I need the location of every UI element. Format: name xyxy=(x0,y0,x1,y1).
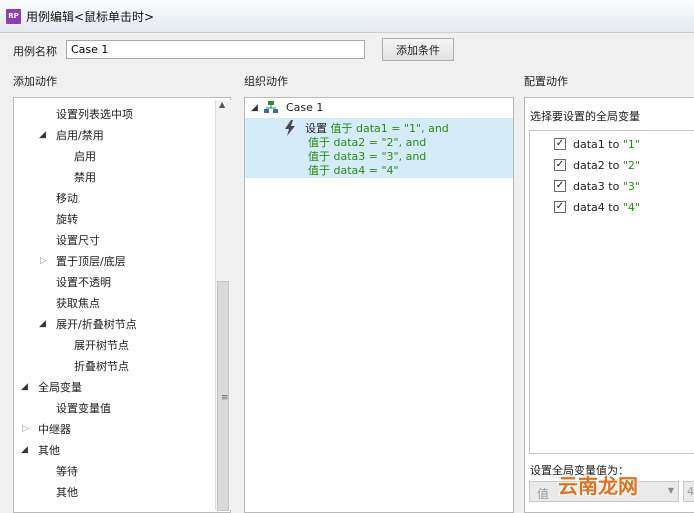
value-input[interactable]: 4 xyxy=(683,481,694,502)
tree-item-focus[interactable]: 获取焦点 xyxy=(56,293,100,314)
scrollbar-thumb[interactable]: ≡ xyxy=(217,281,229,511)
collapsed-arrow-icon[interactable]: ▷ xyxy=(22,419,29,440)
tree-item-label: 禁用 xyxy=(74,171,96,184)
tree-item-enable-disable[interactable]: 启用/禁用 xyxy=(56,125,104,146)
tree-item-label: 获取焦点 xyxy=(56,297,100,310)
variable-text: data4 to "4" xyxy=(573,201,640,214)
tree-item-other-group[interactable]: 其他 xyxy=(38,440,60,461)
tree-item-label: 等待 xyxy=(56,465,78,478)
configure-actions-heading: 配置动作 xyxy=(524,75,568,88)
variable-text: data1 to "1" xyxy=(573,138,640,151)
tree-item-rotate[interactable]: 旋转 xyxy=(56,209,78,230)
window-title: 用例编辑<鼠标单击时> xyxy=(26,10,155,24)
organize-actions-panel: ◢ Case 1 设置 值于 data1 = "1", and 值于 data2… xyxy=(244,97,514,513)
title-bar: RP 用例编辑<鼠标单击时> xyxy=(0,0,694,33)
tree-item-wait[interactable]: 等待 xyxy=(56,461,78,482)
tree-item-set-size[interactable]: 设置尺寸 xyxy=(56,230,100,251)
action-text: 设置 值于 data1 = "1", and 值于 data2 = "2", a… xyxy=(305,122,449,178)
tree-item-repeater[interactable]: 中继器 xyxy=(38,419,71,440)
case-tree-icon xyxy=(264,101,278,113)
tree-item-label: 中继器 xyxy=(38,423,71,436)
add-condition-button[interactable]: 添加条件 xyxy=(382,38,454,61)
add-actions-heading: 添加动作 xyxy=(13,75,57,88)
tree-item-label: 旋转 xyxy=(56,213,78,226)
configure-actions-panel: 选择要设置的全局变量 ✓ data1 to "1" ✓ data2 to "2"… xyxy=(524,97,694,513)
app-logo-icon: RP xyxy=(6,9,21,24)
variable-text: data2 to "2" xyxy=(573,159,640,172)
add-actions-scrollbar[interactable]: ▲ ≡ xyxy=(215,100,231,511)
checkbox-checked[interactable]: ✓ xyxy=(554,138,566,150)
action-keyword: 设置 xyxy=(305,122,327,135)
tree-item-label: 其他 xyxy=(38,444,60,457)
tree-item-disable[interactable]: 禁用 xyxy=(74,167,96,188)
grip-icon: ≡ xyxy=(221,393,229,403)
tree-item-label: 设置尺寸 xyxy=(56,234,100,247)
scroll-up-arrow-icon[interactable]: ▲ xyxy=(219,100,225,109)
tree-item-other[interactable]: 其他 xyxy=(56,482,78,503)
tree-item-label: 全局变量 xyxy=(38,381,82,394)
checkbox-checked[interactable]: ✓ xyxy=(554,201,566,213)
tree-item-label: 移动 xyxy=(56,192,78,205)
tree-item-label: 设置变量值 xyxy=(56,402,111,415)
organize-actions-heading: 组织动作 xyxy=(244,75,288,88)
tree-item-enable[interactable]: 启用 xyxy=(74,146,96,167)
expanded-arrow-icon[interactable]: ◢ xyxy=(21,377,28,398)
expanded-arrow-icon[interactable]: ◢ xyxy=(21,440,28,461)
select-variable-prompt: 选择要设置的全局变量 xyxy=(530,110,640,123)
variable-text: data3 to "3" xyxy=(573,180,640,193)
checkbox-checked[interactable]: ✓ xyxy=(554,180,566,192)
case-name-input[interactable] xyxy=(66,40,365,59)
tree-item-label: 其他 xyxy=(56,486,78,499)
tree-item-label: 展开树节点 xyxy=(74,339,129,352)
add-actions-panel: 设置列表选中项 ◢ 启用/禁用 启用 禁用 移动 旋转 设置尺寸 ▷ 置于顶层/… xyxy=(13,97,231,513)
tree-item-set-list-selected[interactable]: 设置列表选中项 xyxy=(56,104,133,125)
case-label: Case 1 xyxy=(286,101,324,114)
tree-item-expand-node[interactable]: 展开树节点 xyxy=(74,335,129,356)
tree-item-label: 设置列表选中项 xyxy=(56,108,133,121)
case-node[interactable]: ◢ Case 1 xyxy=(245,98,511,118)
expanded-arrow-icon[interactable]: ◢ xyxy=(39,314,46,335)
variables-list: ✓ data1 to "1" ✓ data2 to "2" ✓ data3 to… xyxy=(529,130,694,454)
expanded-arrow-icon[interactable]: ◢ xyxy=(251,98,258,118)
tree-item-label: 启用/禁用 xyxy=(56,129,104,142)
tree-item-bring-front-back[interactable]: 置于顶层/底层 xyxy=(56,251,126,272)
checkbox-checked[interactable]: ✓ xyxy=(554,159,566,171)
action-line: 值于 data4 = "4" xyxy=(308,164,399,177)
lightning-icon xyxy=(285,120,295,136)
collapsed-arrow-icon[interactable]: ▷ xyxy=(40,251,47,272)
tree-item-set-variable-value[interactable]: 设置变量值 xyxy=(56,398,111,419)
case-name-label: 用例名称 xyxy=(13,45,57,58)
tree-item-label: 启用 xyxy=(74,150,96,163)
tree-item-label: 置于顶层/底层 xyxy=(56,255,126,268)
set-variable-action-selected[interactable]: 设置 值于 data1 = "1", and 值于 data2 = "2", a… xyxy=(245,118,513,178)
tree-item-label: 设置不透明 xyxy=(56,276,111,289)
action-line: 值于 data3 = "3", and xyxy=(308,150,427,163)
tree-item-collapse-node[interactable]: 折叠树节点 xyxy=(74,356,129,377)
tree-item-set-opacity[interactable]: 设置不透明 xyxy=(56,272,111,293)
expanded-arrow-icon[interactable]: ◢ xyxy=(39,125,46,146)
value-type-selected: 值 xyxy=(537,487,550,501)
tree-item-expand-collapse-node[interactable]: 展开/折叠树节点 xyxy=(56,314,137,335)
watermark: 云南龙网 xyxy=(558,474,638,498)
action-line: 值于 data2 = "2", and xyxy=(308,136,427,149)
action-line: 值于 data1 = "1", and xyxy=(330,122,449,135)
tree-item-label: 展开/折叠树节点 xyxy=(56,318,137,331)
chevron-down-icon: ▼ xyxy=(667,486,674,495)
tree-item-label: 折叠树节点 xyxy=(74,360,129,373)
tree-item-move[interactable]: 移动 xyxy=(56,188,78,209)
tree-item-global-variables[interactable]: 全局变量 xyxy=(38,377,82,398)
